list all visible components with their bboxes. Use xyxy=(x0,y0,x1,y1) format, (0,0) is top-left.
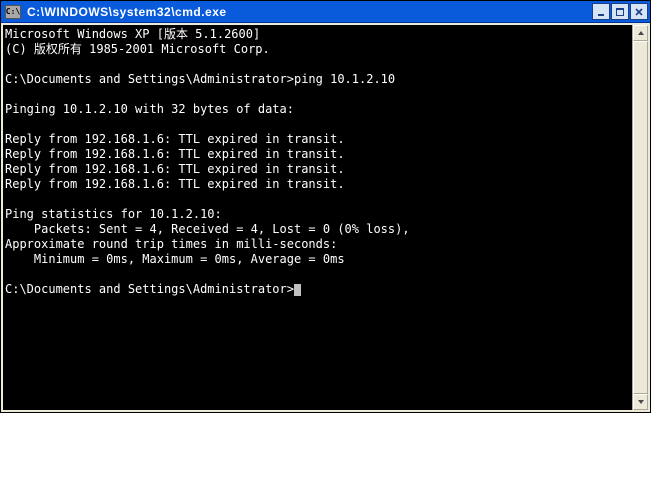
window-controls xyxy=(592,3,648,20)
terminal-line: Approximate round trip times in milli-se… xyxy=(5,237,630,252)
terminal-line: Ping statistics for 10.1.2.10: xyxy=(5,207,630,222)
cmd-window: C:\ C:\WINDOWS\system32\cmd.exe Microsof… xyxy=(0,0,651,413)
terminal-prompt-line[interactable]: C:\Documents and Settings\Administrator> xyxy=(5,282,630,297)
minimize-icon xyxy=(597,8,605,16)
terminal-line: Packets: Sent = 4, Received = 4, Lost = … xyxy=(5,222,630,237)
terminal-line xyxy=(5,117,630,132)
vertical-scrollbar[interactable] xyxy=(632,25,648,410)
terminal-output[interactable]: Microsoft Windows XP [版本 5.1.2600](C) 版权… xyxy=(3,25,632,410)
terminal-line: Reply from 192.168.1.6: TTL expired in t… xyxy=(5,147,630,162)
terminal-line xyxy=(5,267,630,282)
scroll-up-button[interactable] xyxy=(633,25,648,41)
terminal-line: (C) 版权所有 1985-2001 Microsoft Corp. xyxy=(5,42,630,57)
terminal-cursor xyxy=(294,284,301,296)
terminal-line: C:\Documents and Settings\Administrator>… xyxy=(5,72,630,87)
terminal-line xyxy=(5,57,630,72)
scrollbar-thumb[interactable] xyxy=(633,41,648,394)
close-button[interactable] xyxy=(630,3,648,20)
terminal-line: Pinging 10.1.2.10 with 32 bytes of data: xyxy=(5,102,630,117)
maximize-button[interactable] xyxy=(611,3,629,20)
terminal-line: Reply from 192.168.1.6: TTL expired in t… xyxy=(5,162,630,177)
scroll-down-button[interactable] xyxy=(633,394,648,410)
terminal-line: Minimum = 0ms, Maximum = 0ms, Average = … xyxy=(5,252,630,267)
titlebar[interactable]: C:\ C:\WINDOWS\system32\cmd.exe xyxy=(1,1,650,23)
terminal-line: Reply from 192.168.1.6: TTL expired in t… xyxy=(5,132,630,147)
scrollbar-track[interactable] xyxy=(633,41,648,394)
window-title: C:\WINDOWS\system32\cmd.exe xyxy=(27,5,592,19)
minimize-button[interactable] xyxy=(592,3,610,20)
terminal-prompt: C:\Documents and Settings\Administrator> xyxy=(5,282,294,296)
client-area: Microsoft Windows XP [版本 5.1.2600](C) 版权… xyxy=(1,23,650,412)
chevron-down-icon xyxy=(637,398,645,406)
terminal-line xyxy=(5,87,630,102)
close-icon xyxy=(635,8,643,16)
chevron-up-icon xyxy=(637,29,645,37)
terminal-line: Reply from 192.168.1.6: TTL expired in t… xyxy=(5,177,630,192)
app-icon: C:\ xyxy=(5,5,21,19)
maximize-icon xyxy=(616,8,624,16)
terminal-line xyxy=(5,192,630,207)
app-icon-label: C:\ xyxy=(6,8,20,16)
terminal-line: Microsoft Windows XP [版本 5.1.2600] xyxy=(5,27,630,42)
